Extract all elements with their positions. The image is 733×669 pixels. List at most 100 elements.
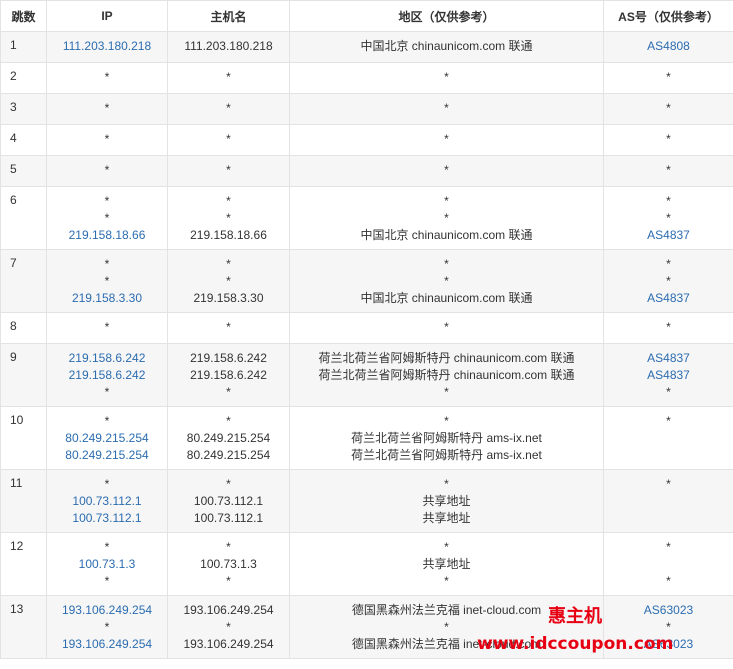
ip-text: * [104, 540, 110, 554]
ip-cell: 193.106.249.254 * 193.106.249.254 [46, 595, 168, 659]
region-cell: * [289, 312, 604, 344]
ip-link[interactable]: 111.203.180.218 [47, 38, 167, 55]
region-text: 共享地址 [422, 557, 471, 571]
ip-cell: * 80.249.215.254 80.249.215.254 [46, 406, 168, 470]
region-text: 荷兰北荷兰省阿姆斯特丹 chinaunicom.com 联通 [318, 351, 575, 365]
region-cell: * [289, 62, 604, 94]
host-text: 219.158.6.242 [190, 351, 267, 365]
ip-text: * [104, 101, 110, 115]
ip-cell: * * 219.158.18.66 [46, 186, 168, 250]
region-cell: * [289, 93, 604, 125]
host-text: 80.249.215.254 [186, 431, 271, 445]
as-text: * [666, 540, 671, 554]
table-row: 7 * * 219.158.3.30 * * 219.158.3.30 * * 中国北京 chin… [0, 249, 733, 313]
ip-link[interactable]: 219.158.6.242 [47, 350, 167, 367]
as-cell: * [603, 406, 733, 470]
host-text: 100.73.1.3 [200, 557, 257, 571]
region-text: 荷兰北荷兰省阿姆斯特丹 ams-ix.net [351, 448, 542, 462]
host-cell: * [167, 93, 290, 125]
ip-cell: * 100.73.112.1 100.73.112.1 [46, 469, 168, 533]
region-cell: 荷兰北荷兰省阿姆斯特丹 chinaunicom.com 联通 荷兰北荷兰省阿姆斯特… [289, 343, 604, 407]
as-link[interactable]: AS63023 [604, 602, 733, 619]
hop-number: 2 [0, 62, 47, 94]
ip-link[interactable]: 80.249.215.254 [47, 430, 167, 447]
as-text: * [666, 211, 671, 225]
header-hop: 跳数 [0, 0, 47, 32]
as-cell: * [603, 62, 733, 94]
ip-link[interactable]: 193.106.249.254 [47, 602, 167, 619]
ip-link[interactable]: 193.106.249.254 [47, 636, 167, 653]
ip-text: * [104, 414, 110, 428]
as-text: * [666, 194, 671, 208]
host-text: 80.249.215.254 [186, 448, 271, 462]
region-cell: * 共享地址 * [289, 532, 604, 596]
as-link[interactable]: AS4837 [604, 367, 733, 384]
table-row: 4 * * * * [0, 124, 733, 156]
region-text: * [444, 385, 449, 399]
as-text: * [666, 257, 671, 271]
traceroute-table: 跳数 IP 主机名 地区（仅供参考） AS号（仅供参考） 1 111.203.18… [0, 0, 733, 659]
ip-link[interactable]: 100.73.112.1 [47, 510, 167, 527]
ip-text: * [104, 163, 110, 177]
ip-cell: * [46, 62, 168, 94]
ip-cell: * [46, 155, 168, 187]
hop-number: 7 [0, 249, 47, 313]
region-cell: * 荷兰北荷兰省阿姆斯特丹 ams-ix.net 荷兰北荷兰省阿姆斯特丹 ams-i… [289, 406, 604, 470]
region-text: * [444, 274, 449, 288]
as-cell: * [603, 155, 733, 187]
ip-text: * [104, 257, 110, 271]
host-text: * [226, 385, 231, 399]
ip-cell: * [46, 93, 168, 125]
as-text: * [666, 70, 671, 84]
region-text: * [444, 132, 449, 146]
hop-number: 5 [0, 155, 47, 187]
host-text: * [226, 257, 231, 271]
region-text: 中国北京 chinaunicom.com 联通 [360, 39, 533, 53]
as-link[interactable]: AS4808 [604, 38, 733, 55]
as-cell: * [603, 469, 733, 533]
hop-number: 4 [0, 124, 47, 156]
region-text: * [444, 414, 449, 428]
region-text: 中国北京 chinaunicom.com 联通 [360, 228, 533, 242]
as-link[interactable]: AS4837 [604, 290, 733, 307]
ip-text: * [104, 132, 110, 146]
region-text: 荷兰北荷兰省阿姆斯特丹 chinaunicom.com 联通 [318, 368, 575, 382]
host-text: 219.158.18.66 [190, 228, 267, 242]
as-link[interactable]: AS4837 [604, 350, 733, 367]
as-cell: * [603, 312, 733, 344]
watermark-url: www.idccoupon.com [477, 634, 674, 654]
host-text: 100.73.112.1 [193, 494, 264, 508]
ip-link[interactable]: 219.158.6.242 [47, 367, 167, 384]
as-link[interactable]: AS4837 [604, 227, 733, 244]
ip-cell: * * 219.158.3.30 [46, 249, 168, 313]
ip-link[interactable]: 100.73.112.1 [47, 493, 167, 510]
ip-cell: * [46, 124, 168, 156]
as-text: * [666, 385, 671, 399]
table-row: 12 * 100.73.1.3 * * 100.73.1.3 * * 共享地址 * * * [0, 532, 733, 596]
hop-number: 8 [0, 312, 47, 344]
as-cell: AS4837 AS4837 * [603, 343, 733, 407]
region-text: * [444, 574, 449, 588]
as-cell: * [603, 93, 733, 125]
ip-link[interactable]: 219.158.18.66 [47, 227, 167, 244]
region-text: * [444, 211, 449, 225]
table-body: 1 111.203.180.218 111.203.180.218 中国北京 chin… [0, 31, 733, 659]
table-header-row: 跳数 IP 主机名 地区（仅供参考） AS号（仅供参考） [0, 0, 733, 32]
region-cell: 中国北京 chinaunicom.com 联通 [289, 31, 604, 63]
host-text: * [226, 101, 231, 115]
region-text: * [444, 194, 449, 208]
host-cell: * * 219.158.18.66 [167, 186, 290, 250]
host-cell: * 100.73.1.3 * [167, 532, 290, 596]
ip-link[interactable]: 219.158.3.30 [47, 290, 167, 307]
host-cell: * 100.73.112.1 100.73.112.1 [167, 469, 290, 533]
host-text: * [226, 414, 231, 428]
hop-number: 12 [0, 532, 47, 596]
as-cell: * * AS4837 [603, 186, 733, 250]
ip-link[interactable]: 100.73.1.3 [47, 556, 167, 573]
region-text: 中国北京 chinaunicom.com 联通 [360, 291, 533, 305]
as-text: * [666, 163, 671, 177]
host-cell: * [167, 62, 290, 94]
table-row: 10 * 80.249.215.254 80.249.215.254 * 80.249.2… [0, 406, 733, 470]
header-host: 主机名 [167, 0, 290, 32]
ip-link[interactable]: 80.249.215.254 [47, 447, 167, 464]
